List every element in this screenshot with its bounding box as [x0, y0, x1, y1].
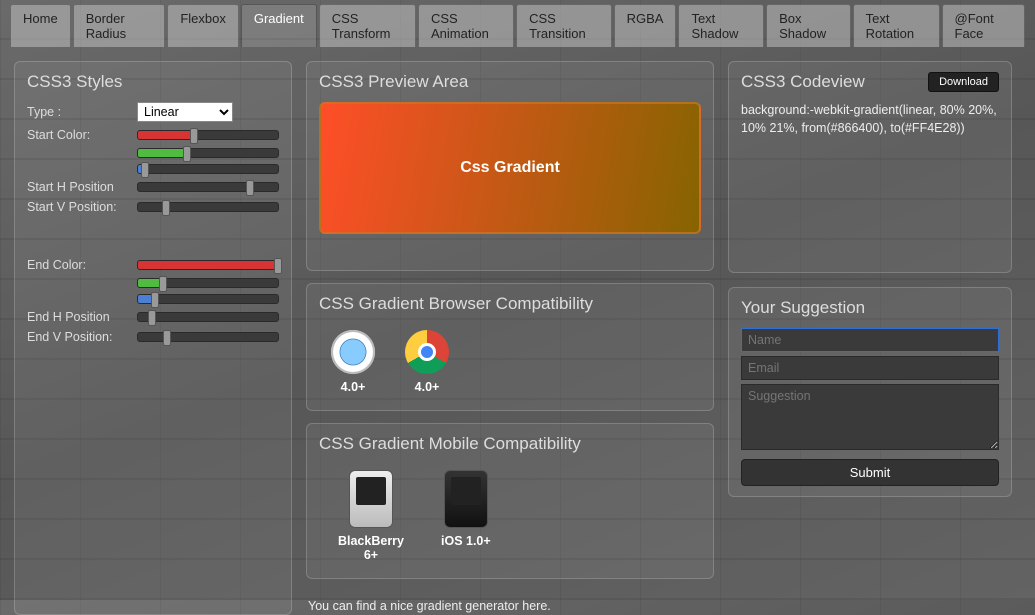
name-input[interactable]: [741, 328, 999, 352]
start-red-slider[interactable]: [137, 130, 279, 140]
preview-heading: CSS3 Preview Area: [319, 72, 701, 92]
footer-note[interactable]: You can find a nice gradient generator h…: [306, 591, 714, 615]
compat-blackberry: BlackBerry 6+: [331, 470, 411, 562]
tab-gradient[interactable]: Gradient: [241, 4, 317, 47]
start-h-label: Start H Position: [27, 180, 137, 194]
tab-border-radius[interactable]: Border Radius: [73, 4, 166, 47]
end-h-label: End H Position: [27, 310, 137, 324]
end-red-slider[interactable]: [137, 260, 279, 270]
blackberry-icon: [349, 470, 393, 528]
start-h-slider[interactable]: [137, 182, 279, 192]
suggestion-textarea[interactable]: [741, 384, 999, 450]
tab-css-transform[interactable]: CSS Transform: [319, 4, 416, 47]
styles-panel: CSS3 Styles Type : Linear Start Color: S…: [14, 61, 292, 615]
end-blue-slider[interactable]: [137, 294, 279, 304]
iphone-icon: [444, 470, 488, 528]
suggestion-heading: Your Suggestion: [741, 298, 999, 318]
end-color-label: End Color:: [27, 258, 137, 272]
safari-icon: [331, 330, 375, 374]
suggestion-panel: Your Suggestion Submit: [728, 287, 1012, 497]
type-label: Type :: [27, 105, 137, 119]
email-input[interactable]: [741, 356, 999, 380]
start-v-slider[interactable]: [137, 202, 279, 212]
code-output: background:-webkit-gradient(linear, 80% …: [741, 102, 999, 137]
start-green-slider[interactable]: [137, 148, 279, 158]
tab-flexbox[interactable]: Flexbox: [167, 4, 239, 47]
start-v-label: Start V Position:: [27, 200, 137, 214]
chrome-icon: [405, 330, 449, 374]
tab-css-animation[interactable]: CSS Animation: [418, 4, 514, 47]
submit-button[interactable]: Submit: [741, 459, 999, 486]
end-v-label: End V Position:: [27, 330, 137, 344]
compat-chrome: 4.0+: [405, 330, 449, 394]
tab--font-face[interactable]: @Font Face: [942, 4, 1026, 47]
start-blue-slider[interactable]: [137, 164, 279, 174]
preview-label: Css Gradient: [460, 159, 560, 177]
end-green-slider[interactable]: [137, 278, 279, 288]
compat-safari: 4.0+: [331, 330, 375, 394]
preview-panel: CSS3 Preview Area Css Gradient: [306, 61, 714, 271]
mobile-compat-heading: CSS Gradient Mobile Compatibility: [319, 434, 701, 454]
styles-heading: CSS3 Styles: [27, 72, 279, 92]
start-color-label: Start Color:: [27, 128, 137, 142]
tab-box-shadow[interactable]: Box Shadow: [766, 4, 851, 47]
tab-rgba[interactable]: RGBA: [614, 4, 677, 47]
tab-text-rotation[interactable]: Text Rotation: [853, 4, 940, 47]
gradient-preview: Css Gradient: [319, 102, 701, 234]
browser-compat-heading: CSS Gradient Browser Compatibility: [319, 294, 701, 314]
end-h-slider[interactable]: [137, 312, 279, 322]
tab-css-transition[interactable]: CSS Transition: [516, 4, 612, 47]
codeview-panel: Download CSS3 Codeview background:-webki…: [728, 61, 1012, 273]
tab-text-shadow[interactable]: Text Shadow: [678, 4, 764, 47]
type-select[interactable]: Linear: [137, 102, 233, 122]
download-button[interactable]: Download: [928, 72, 999, 92]
compat-ios: iOS 1.0+: [441, 470, 491, 562]
mobile-compat-panel: CSS Gradient Mobile Compatibility BlackB…: [306, 423, 714, 579]
tab-home[interactable]: Home: [10, 4, 71, 47]
nav-tabs: HomeBorder RadiusFlexboxGradientCSS Tran…: [0, 0, 1035, 47]
end-v-slider[interactable]: [137, 332, 279, 342]
browser-compat-panel: CSS Gradient Browser Compatibility 4.0+ …: [306, 283, 714, 411]
